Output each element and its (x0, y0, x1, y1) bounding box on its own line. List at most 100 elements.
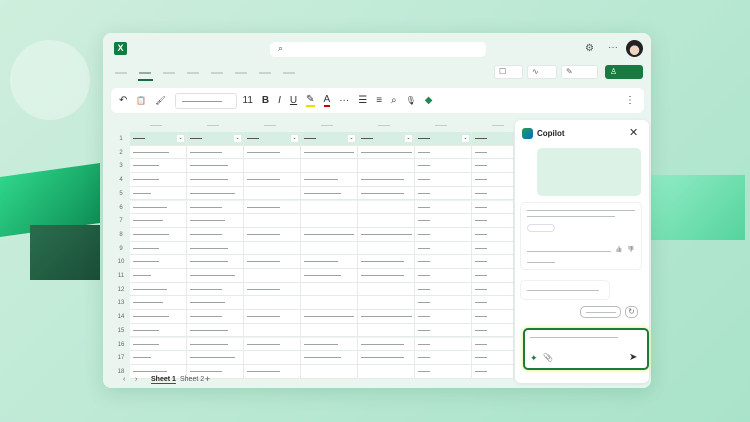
row-number[interactable]: 5 (111, 191, 131, 197)
cell[interactable] (415, 323, 472, 338)
tab[interactable] (163, 72, 175, 74)
cell[interactable] (301, 323, 358, 338)
more-icon[interactable]: ··· (608, 42, 618, 53)
search-box[interactable]: ⌕ (270, 42, 486, 57)
row-number[interactable]: 15 (111, 328, 131, 334)
cell[interactable] (244, 186, 301, 201)
paste-icon[interactable]: 📋 (136, 96, 146, 105)
filter-dropdown-icon[interactable]: ⌄ (348, 135, 355, 142)
cell[interactable]: ⌄ (415, 132, 472, 146)
row-number[interactable]: 4 (111, 177, 131, 183)
cell[interactable] (472, 241, 514, 256)
cell[interactable] (244, 282, 301, 297)
cell[interactable] (415, 241, 472, 256)
cell[interactable] (244, 214, 301, 228)
cell[interactable] (415, 214, 472, 228)
cell[interactable] (187, 173, 244, 187)
cell[interactable] (301, 269, 358, 283)
cell[interactable] (130, 269, 187, 283)
suggestion-chip[interactable] (580, 306, 621, 318)
cell[interactable] (415, 173, 472, 187)
cell[interactable] (301, 282, 358, 297)
cell[interactable] (130, 351, 187, 365)
editing-button[interactable]: ✎ (561, 65, 598, 79)
align-icon[interactable]: ≡ (376, 95, 382, 106)
cell[interactable] (187, 214, 244, 228)
cell[interactable] (130, 282, 187, 297)
cell[interactable] (358, 214, 415, 228)
cell[interactable] (358, 310, 415, 324)
undo-icon[interactable]: ↶ (119, 95, 127, 106)
cell[interactable] (472, 255, 514, 269)
cell[interactable] (358, 351, 415, 365)
highlight-icon[interactable]: ✎ (306, 94, 315, 107)
cell[interactable] (187, 310, 244, 324)
row-number[interactable]: 6 (111, 205, 131, 211)
cell[interactable] (301, 200, 358, 215)
cell[interactable] (415, 200, 472, 215)
cell[interactable] (472, 296, 514, 311)
cell[interactable] (301, 241, 358, 256)
cell[interactable] (187, 227, 244, 242)
next-sheet-button[interactable]: › (135, 376, 137, 383)
cell[interactable] (130, 337, 187, 352)
italic-button[interactable]: I (278, 95, 281, 106)
row-number[interactable]: 10 (111, 259, 131, 265)
filter-dropdown-icon[interactable]: ⌄ (234, 135, 241, 142)
underline-button[interactable]: U (290, 95, 297, 106)
cell[interactable] (358, 227, 415, 242)
more-formatting-icon[interactable]: ··· (339, 95, 349, 106)
close-icon[interactable]: ✕ (629, 126, 638, 139)
cell[interactable] (301, 310, 358, 324)
thumbs-down-icon[interactable]: 👎 (627, 246, 634, 253)
cell[interactable] (187, 255, 244, 269)
cell[interactable] (472, 337, 514, 352)
cell[interactable] (358, 255, 415, 269)
row-number[interactable]: 7 (111, 218, 131, 224)
tab[interactable] (283, 72, 295, 74)
copilot-input[interactable]: ✦ 📎 ➤ (523, 328, 649, 370)
cell[interactable] (301, 173, 358, 187)
cell[interactable] (301, 186, 358, 201)
cell[interactable] (472, 186, 514, 201)
filter-dropdown-icon[interactable]: ⌄ (177, 135, 184, 142)
tab[interactable] (235, 72, 247, 74)
cell[interactable] (301, 337, 358, 352)
cell[interactable] (472, 227, 514, 242)
cell[interactable] (358, 186, 415, 201)
cell[interactable] (415, 186, 472, 201)
cell[interactable] (130, 296, 187, 311)
cell[interactable] (244, 310, 301, 324)
cell[interactable] (301, 159, 358, 174)
cell[interactable] (415, 159, 472, 174)
thumbs-up-icon[interactable]: 👍 (615, 246, 622, 253)
suggestion-card[interactable] (520, 280, 610, 300)
cell[interactable] (415, 255, 472, 269)
cell[interactable] (358, 269, 415, 283)
cell[interactable] (244, 351, 301, 365)
filter-dropdown-icon[interactable]: ⌄ (291, 135, 298, 142)
cell[interactable] (358, 200, 415, 215)
send-icon[interactable]: ➤ (629, 352, 637, 363)
row-number[interactable]: 8 (111, 232, 131, 238)
cell[interactable] (187, 241, 244, 256)
cell[interactable]: ⌄ (358, 132, 415, 146)
cell[interactable]: ⌄ (187, 132, 244, 146)
cell[interactable]: ⌄ (244, 132, 301, 146)
cell[interactable]: ⌄ (130, 132, 187, 146)
cell[interactable] (187, 145, 244, 160)
sheet-tab-1[interactable]: Sheet 1 (151, 376, 176, 384)
tab[interactable] (211, 72, 223, 74)
cell[interactable] (130, 186, 187, 201)
cell[interactable] (415, 145, 472, 160)
mic-icon[interactable]: 🎙 (406, 96, 416, 105)
cell[interactable] (244, 337, 301, 352)
prev-sheet-button[interactable]: ‹ (123, 376, 125, 383)
share-button[interactable]: ♙ (605, 65, 643, 79)
cell[interactable] (415, 310, 472, 324)
row-number[interactable]: 11 (111, 273, 131, 279)
filter-dropdown-icon[interactable]: ⌄ (405, 135, 412, 142)
settings-icon[interactable]: ⚙ (585, 43, 594, 54)
cell[interactable] (244, 255, 301, 269)
attach-icon[interactable]: 📎 (543, 353, 553, 362)
